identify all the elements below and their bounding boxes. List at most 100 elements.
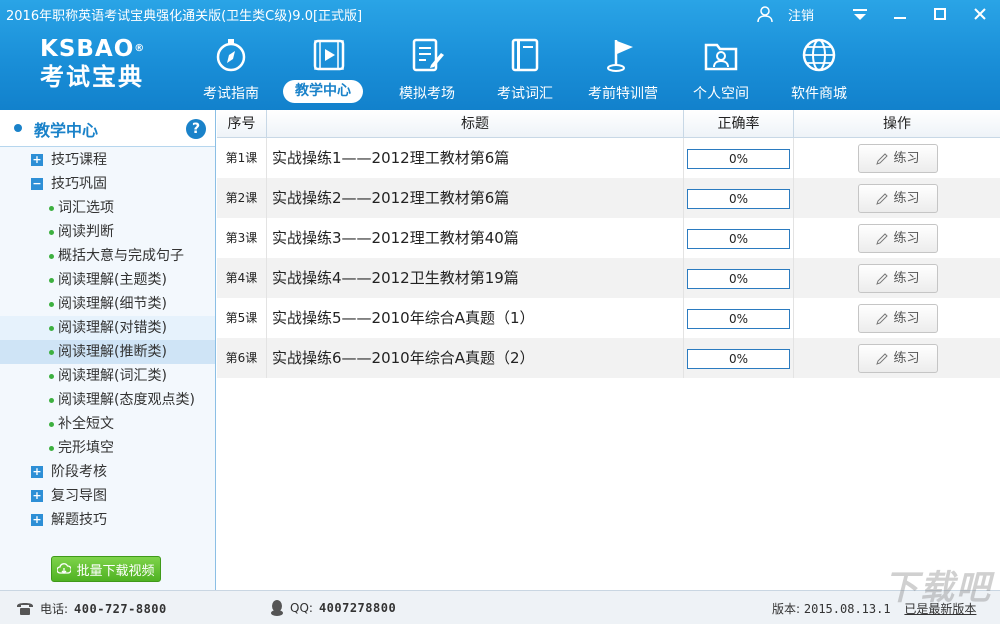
practice-label: 练习 <box>893 350 920 366</box>
rate-cell: 0% <box>684 298 794 338</box>
tree-item-reading-detail[interactable]: 阅读理解(细节类) <box>0 292 215 316</box>
version-number: 2015.08.13.1 <box>803 602 891 616</box>
bullet-icon <box>14 124 22 132</box>
watermark: 下载吧 <box>884 568 992 608</box>
video-icon <box>313 39 345 71</box>
table-row: 第3课 实战操练3——2012理工教材第40篇 0% 练习 <box>217 218 1000 258</box>
expand-icon[interactable]: + <box>31 514 43 526</box>
practice-label: 练习 <box>893 310 920 326</box>
tree-item-label: 阅读理解(主题类) <box>58 272 167 288</box>
practice-button[interactable]: 练习 <box>858 304 938 333</box>
lesson-number: 第2课 <box>217 178 267 218</box>
tree-item-reading-vocab[interactable]: 阅读理解(词汇类) <box>0 364 215 388</box>
op-cell: 练习 <box>794 338 1000 378</box>
lesson-title: 实战操练3——2012理工教材第40篇 <box>267 218 684 258</box>
tree-item-label: 技巧巩固 <box>51 176 107 192</box>
tree-item-label: 阅读理解(细节类) <box>58 296 167 312</box>
nav-label: 考试词汇 <box>497 86 553 102</box>
nav-exam-vocab[interactable]: 考试词汇 <box>476 34 574 106</box>
tree-item-reading-judgment[interactable]: 阅读判断 <box>0 220 215 244</box>
tree-item-vocab-options[interactable]: 词汇选项 <box>0 196 215 220</box>
lesson-title: 实战操练5——2010年综合A真题（1） <box>267 298 684 338</box>
qq-info: QQ: 4007278800 <box>270 600 396 616</box>
accuracy-rate: 0% <box>687 149 790 169</box>
telephone-icon <box>17 602 33 615</box>
menu-dropdown-icon[interactable] <box>840 0 880 28</box>
help-icon[interactable]: ? <box>186 119 206 139</box>
bullet-icon <box>49 278 54 283</box>
table-row: 第5课 实战操练5——2010年综合A真题（1） 0% 练习 <box>217 298 1000 338</box>
sidebar-header: 教学中心 ? <box>0 110 215 147</box>
practice-button[interactable]: 练习 <box>858 184 938 213</box>
nav-training-camp[interactable]: 考前特训营 <box>574 34 672 106</box>
practice-button[interactable]: 练习 <box>858 264 938 293</box>
status-bar: 电话: 400-727-8800 QQ: 4007278800 版本: 2015… <box>0 590 1000 624</box>
ksbao-logo: KSBAO® 考试宝典 <box>40 36 170 96</box>
collapse-icon[interactable]: − <box>31 178 43 190</box>
op-cell: 练习 <box>794 298 1000 338</box>
lesson-number: 第5课 <box>217 298 267 338</box>
title-bar: 2016年职称英语考试宝典强化通关版(卫生类C级)9.0[正式版] 注销 <box>0 0 1000 28</box>
bullet-icon <box>49 398 54 403</box>
batch-download-label: 批量下载视频 <box>76 563 155 579</box>
maximize-button[interactable] <box>920 0 960 28</box>
pencil-icon <box>876 192 889 205</box>
tree-item-label: 阅读理解(词汇类) <box>58 368 167 384</box>
flag-icon <box>607 40 633 72</box>
lesson-title: 实战操练2——2012理工教材第6篇 <box>267 178 684 218</box>
practice-label: 练习 <box>893 230 920 246</box>
nav-label: 考试指南 <box>203 86 259 102</box>
accuracy-rate: 0% <box>687 229 790 249</box>
expand-icon[interactable]: + <box>31 490 43 502</box>
tree-item-review-map[interactable]: + 复习导图 <box>0 484 215 508</box>
nav-software-mall[interactable]: 软件商城 <box>770 34 868 106</box>
nav-mock-exam[interactable]: 模拟考场 <box>378 34 476 106</box>
nav-label: 教学中心 <box>283 80 363 103</box>
minimize-button[interactable] <box>880 0 920 28</box>
tree-item-skill-consolidation[interactable]: − 技巧巩固 <box>0 172 215 196</box>
expand-icon[interactable]: + <box>31 154 43 166</box>
lesson-number: 第6课 <box>217 338 267 378</box>
user-icon[interactable] <box>752 1 778 27</box>
practice-button[interactable]: 练习 <box>858 144 938 173</box>
tree-item-reading-attitude[interactable]: 阅读理解(态度观点类) <box>0 388 215 412</box>
main-nav: 考试指南 教学中心 模拟考场 考试词汇 考前特训营 个人空间 软件商城 <box>182 34 868 106</box>
lesson-number: 第4课 <box>217 258 267 298</box>
tree-item-cloze[interactable]: 完形填空 <box>0 436 215 460</box>
window-controls: 注销 <box>752 0 1000 28</box>
lesson-number: 第1课 <box>217 138 267 178</box>
lesson-number: 第3课 <box>217 218 267 258</box>
qq-label: QQ: <box>290 601 313 615</box>
tree-item-label: 阅读判断 <box>58 224 114 240</box>
tree-item-reading-inference[interactable]: 阅读理解(推断类) <box>0 340 215 364</box>
logout-link[interactable]: 注销 <box>788 5 814 24</box>
version-label: 版本: <box>772 602 801 616</box>
bullet-icon <box>49 302 54 307</box>
nav-teaching-center[interactable]: 教学中心 <box>280 34 378 106</box>
tree-item-stage-assessment[interactable]: + 阶段考核 <box>0 460 215 484</box>
tree-item-reading-topic[interactable]: 阅读理解(主题类) <box>0 268 215 292</box>
practice-button[interactable]: 练习 <box>858 344 938 373</box>
tree-item-solving-skills[interactable]: + 解题技巧 <box>0 508 215 532</box>
tree-item-summary-sentences[interactable]: 概括大意与完成句子 <box>0 244 215 268</box>
sidebar: 教学中心 ? + 技巧课程 − 技巧巩固 词汇选项 阅读判断 概括大意与完成句子 阅… <box>0 110 216 590</box>
accuracy-rate: 0% <box>687 269 790 289</box>
op-cell: 练习 <box>794 258 1000 298</box>
nav-exam-guide[interactable]: 考试指南 <box>182 34 280 106</box>
tree-item-skill-course[interactable]: + 技巧课程 <box>0 148 215 172</box>
bullet-icon <box>49 446 54 451</box>
expand-icon[interactable]: + <box>31 466 43 478</box>
registered-mark: ® <box>134 43 146 54</box>
close-button[interactable] <box>960 0 1000 28</box>
rate-cell: 0% <box>684 338 794 378</box>
practice-button[interactable]: 练习 <box>858 224 938 253</box>
phone-label: 电话: <box>40 602 69 616</box>
tree-item-complete-passage[interactable]: 补全短文 <box>0 412 215 436</box>
table-row: 第2课 实战操练2——2012理工教材第6篇 0% 练习 <box>217 178 1000 218</box>
nav-label: 个人空间 <box>693 86 749 102</box>
tree-item-label: 完形填空 <box>58 440 114 456</box>
batch-download-button[interactable]: 批量下载视频 <box>51 556 161 582</box>
tree-item-reading-true-false[interactable]: 阅读理解(对错类) <box>0 316 215 340</box>
tree-item-label: 阅读理解(态度观点类) <box>58 392 195 408</box>
nav-personal-space[interactable]: 个人空间 <box>672 34 770 106</box>
